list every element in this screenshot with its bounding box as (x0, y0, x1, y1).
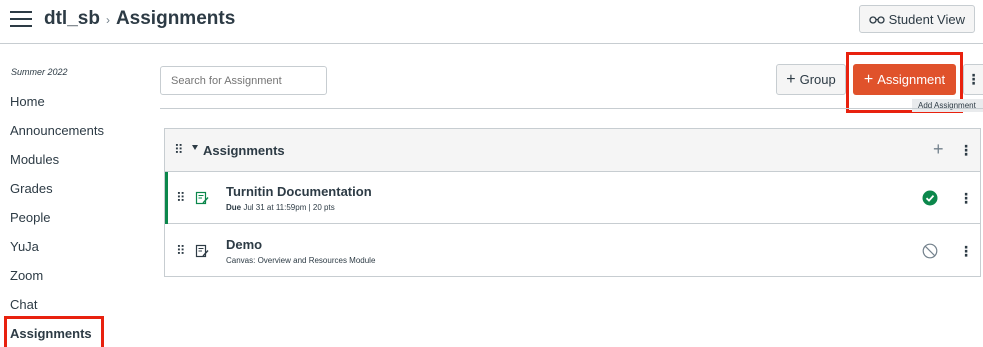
plus-icon: + (786, 70, 796, 88)
add-to-group-plus-icon[interactable]: + (933, 139, 944, 160)
assignment-module-label: Canvas: Overview and Resources Module (226, 256, 376, 265)
assignment-icon (195, 191, 209, 205)
assignment-kebab-icon[interactable]: ⋮ (959, 190, 973, 207)
term-label: Summer 2022 (11, 67, 68, 77)
glasses-icon (868, 16, 885, 24)
due-label: Due (226, 203, 242, 212)
nav-item-home[interactable]: Home (10, 94, 45, 109)
published-indicator-bar (165, 172, 168, 224)
group-kebab-icon[interactable]: ⋮ (959, 142, 973, 159)
nav-item-zoom[interactable]: Zoom (10, 268, 43, 283)
breadcrumb-separator: › (105, 13, 110, 27)
nav-item-yuja[interactable]: YuJa (10, 239, 39, 254)
assignment-row: ⠿ Demo Canvas: Overview and Resources Mo… (165, 225, 980, 277)
drag-handle-icon[interactable]: ⠿ (174, 142, 183, 158)
assignment-title-link[interactable]: Demo (226, 237, 262, 252)
drag-handle-icon[interactable]: ⠿ (176, 243, 185, 259)
due-date: Jul 31 at 11:59pm (243, 203, 307, 212)
points: | 20 pts (308, 203, 335, 212)
assignment-icon (195, 244, 209, 258)
nav-item-grades[interactable]: Grades (10, 181, 53, 196)
add-group-button[interactable]: + Group (776, 64, 846, 95)
hamburger-menu-icon[interactable] (10, 11, 32, 29)
nav-item-people[interactable]: People (10, 210, 50, 225)
published-check-icon[interactable] (922, 190, 938, 206)
collapse-caret-icon[interactable] (192, 145, 198, 150)
assignment-group: ⠿ Assignments + ⋮ ⠿ Turnitin Documentati… (164, 128, 981, 277)
nav-item-modules[interactable]: Modules (10, 152, 59, 167)
student-view-button[interactable]: Student View (858, 5, 975, 33)
highlight-box-assignments-nav (4, 316, 104, 347)
nav-item-chat[interactable]: Chat (10, 297, 37, 312)
student-view-label: Student View (888, 11, 965, 27)
add-assignment-tooltip: Add Assignment (912, 99, 983, 112)
page-title: Assignments (115, 8, 236, 29)
assignment-title-link[interactable]: Turnitin Documentation (226, 184, 372, 199)
assignment-group-title: Assignments (203, 143, 285, 158)
assignment-kebab-icon[interactable]: ⋮ (959, 243, 973, 260)
more-options-kebab-icon[interactable]: ⋮ (963, 64, 983, 95)
unpublished-icon[interactable] (922, 243, 938, 259)
assignment-row: ⠿ Turnitin Documentation Due Jul 31 at 1… (165, 172, 980, 224)
drag-handle-icon[interactable]: ⠿ (176, 190, 185, 206)
page-header: dtl_sb › Assignments Student View (0, 0, 983, 44)
search-assignment-input[interactable] (160, 66, 327, 95)
breadcrumb-course-link[interactable]: dtl_sb (44, 8, 100, 30)
breadcrumb: dtl_sb › Assignments (44, 8, 235, 30)
nav-item-announcements[interactable]: Announcements (10, 123, 104, 138)
toolbar-divider (160, 108, 983, 109)
add-group-label: Group (799, 72, 836, 87)
assignment-group-header: ⠿ Assignments + ⋮ (165, 129, 980, 172)
assignment-meta: Due Jul 31 at 11:59pm | 20 pts (226, 203, 335, 212)
